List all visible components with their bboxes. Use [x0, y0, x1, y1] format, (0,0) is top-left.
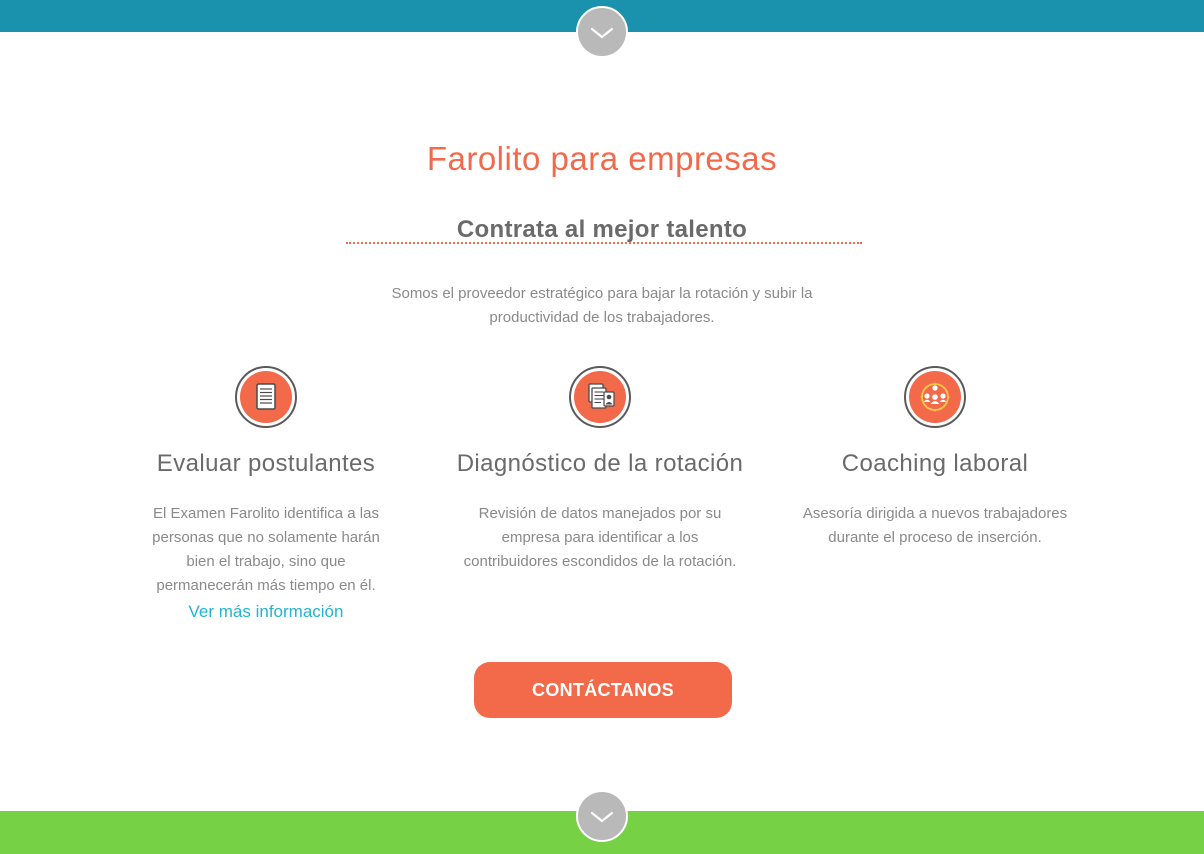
- page: Farolito para empresas Contrata al mejor…: [0, 0, 1204, 854]
- section-title: Farolito para empresas: [426, 140, 778, 178]
- scroll-down-button-top[interactable]: [576, 6, 628, 58]
- feature-description: Asesoría dirigida a nuevos trabajadores …: [802, 505, 1068, 546]
- scroll-down-button-bottom[interactable]: [576, 790, 628, 842]
- more-info-link[interactable]: Ver más información: [136, 602, 396, 622]
- chevron-down-icon: [590, 811, 614, 823]
- feature-description: Revisión de datos manejados por su empre…: [463, 505, 737, 570]
- team-circle-icon: [904, 366, 966, 428]
- feature-title: Diagnóstico de la rotación: [456, 450, 744, 477]
- section-subtitle: Contrata al mejor talento: [456, 215, 748, 243]
- contact-button[interactable]: CONTÁCTANOS: [474, 662, 732, 718]
- feature-evaluar-postulantes: Evaluar postulantes El Examen Farolito i…: [136, 366, 396, 622]
- chevron-down-icon: [590, 27, 614, 39]
- feature-diagnostico-rotacion: Diagnóstico de la rotación Revisión de d…: [432, 366, 768, 574]
- feature-title: Coaching laboral: [841, 450, 1029, 477]
- section-intro: Somos el proveedor estratégico para baja…: [391, 285, 813, 326]
- document-icon: [235, 366, 297, 428]
- dotted-divider: [346, 242, 862, 244]
- feature-coaching-laboral: Coaching laboral Asesoría dirigida a nue…: [800, 366, 1070, 550]
- document-person-icon: [569, 366, 631, 428]
- feature-title: Evaluar postulantes: [156, 450, 376, 477]
- feature-description: El Examen Farolito identifica a las pers…: [152, 505, 380, 594]
